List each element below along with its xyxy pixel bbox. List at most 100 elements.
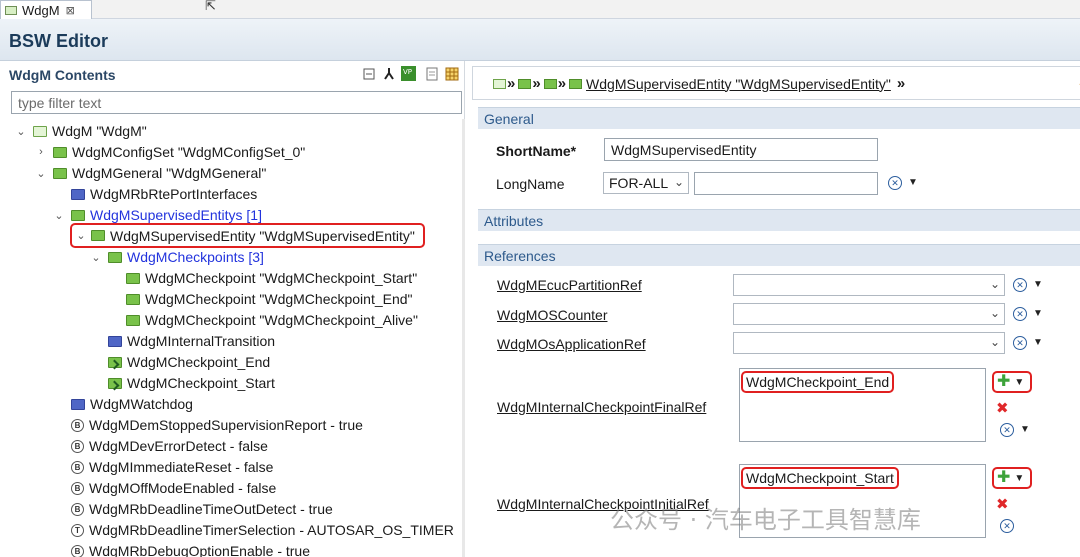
initial-ref-options-icon[interactable]: ✕	[1000, 519, 1014, 533]
os-application-ref-options-icon[interactable]: ✕	[1013, 336, 1027, 350]
caret-down-icon[interactable]: ▼	[1020, 424, 1030, 435]
initial-ref-item[interactable]: WdgMCheckpoint_Start	[741, 467, 899, 489]
contents-header: WdgM Contents VP	[3, 61, 465, 89]
collapse-all-icon[interactable]	[361, 66, 376, 81]
close-tab-icon[interactable]: ⊠	[66, 4, 75, 17]
module-icon	[33, 125, 47, 137]
long-name-field[interactable]	[694, 172, 878, 195]
container-icon	[126, 272, 140, 284]
collapsed-arrow-icon[interactable]: ›	[35, 146, 47, 158]
references-section-header[interactable]: References	[478, 244, 1080, 266]
os-counter-select[interactable]: ⌄	[733, 303, 1005, 325]
folder-icon[interactable]	[543, 78, 557, 89]
caret-down-icon[interactable]: ▼	[908, 177, 918, 188]
ecuc-partition-ref-options-icon[interactable]: ✕	[1013, 278, 1027, 292]
breadcrumb-current-link[interactable]: WdgMSupervisedEntity "WdgMSupervisedEnti…	[586, 76, 891, 92]
folder-icon[interactable]	[518, 78, 532, 89]
add-initial-ref-button[interactable]: ✚ ▼	[992, 467, 1032, 489]
expanded-arrow-icon[interactable]: ⌄	[75, 229, 87, 242]
chevron-down-icon[interactable]: ⌄	[990, 277, 1000, 291]
reference-icon	[108, 377, 122, 389]
os-counter-options-icon[interactable]: ✕	[1013, 307, 1027, 321]
tree-node-param[interactable]: B WdgMRbDeadlineTimeOutDetect - true	[71, 499, 333, 519]
final-ref-list[interactable]: WdgMCheckpoint_End	[739, 368, 986, 442]
caret-down-icon[interactable]: ▼	[1033, 308, 1043, 319]
tree-node-wdgm[interactable]: ⌄ WdgM "WdgM"	[15, 121, 146, 141]
module-icon[interactable]	[493, 78, 506, 89]
add-final-ref-button[interactable]: ✚ ▼	[992, 371, 1032, 393]
long-name-language-select[interactable]: FOR-ALL ⌄	[603, 172, 689, 194]
table-view-icon[interactable]	[444, 66, 459, 81]
final-ref-label[interactable]: WdgMInternalCheckpointFinalRef	[497, 399, 706, 415]
os-application-ref-select[interactable]: ⌄	[733, 332, 1005, 354]
tree-node-label: WdgMRbDeadlineTimeOutDetect - true	[89, 501, 333, 517]
long-name-options-icon[interactable]: ✕	[888, 176, 902, 190]
chevron-right-icon[interactable]: »	[897, 75, 905, 92]
folder-icon[interactable]	[569, 78, 583, 89]
tree-node-supervisedentitys[interactable]: ⌄ WdgMSupervisedEntitys [1]	[53, 205, 262, 225]
tree-node-label: WdgMCheckpoint "WdgMCheckpoint_Alive"	[145, 312, 418, 328]
general-section-header[interactable]: General	[478, 107, 1080, 129]
tree-node-checkpoint-start[interactable]: WdgMCheckpoint "WdgMCheckpoint_Start"	[126, 268, 417, 288]
vp-filter-icon[interactable]: VP	[401, 66, 416, 81]
tree-node-supervisedentity[interactable]: ⌄ WdgMSupervisedEntity "WdgMSupervisedEn…	[70, 223, 425, 248]
delete-initial-ref-icon[interactable]: ✖	[996, 495, 1009, 513]
expanded-arrow-icon[interactable]: ⌄	[90, 251, 102, 264]
caret-down-icon[interactable]: ▼	[1033, 279, 1043, 290]
attributes-section-header[interactable]: Attributes	[478, 209, 1080, 231]
short-name-label: ShortName*	[496, 143, 577, 159]
hierarchy-icon[interactable]	[381, 66, 396, 81]
chevron-down-icon[interactable]: ⌄	[990, 306, 1000, 320]
tree-node-general[interactable]: ⌄ WdgMGeneral "WdgMGeneral"	[35, 163, 266, 183]
final-ref-options-icon[interactable]: ✕	[1000, 423, 1014, 437]
expanded-arrow-icon[interactable]: ⌄	[15, 125, 27, 138]
tree-node-ref-checkpoint-end[interactable]: WdgMCheckpoint_End	[108, 352, 270, 372]
tree-node-label: WdgMGeneral "WdgMGeneral"	[72, 165, 267, 181]
tree-node-param[interactable]: B WdgMDevErrorDetect - false	[71, 436, 268, 456]
contents-title: WdgM Contents	[9, 67, 116, 83]
tree-node-param[interactable]: T WdgMRbDeadlineTimerSelection - AUTOSAR…	[71, 520, 454, 540]
tree-node-label: WdgMRbDebugOptionEnable - true	[89, 543, 311, 557]
tree-node-param[interactable]: B WdgMImmediateReset - false	[71, 457, 273, 477]
expanded-arrow-icon[interactable]: ⌄	[53, 209, 65, 222]
tree-scrollbar[interactable]	[462, 119, 465, 557]
tree-node-internaltransition[interactable]: WdgMInternalTransition	[108, 331, 275, 351]
tree-node-watchdog[interactable]: WdgMWatchdog	[71, 394, 193, 414]
tree-node-param[interactable]: B WdgMDemStoppedSupervisionReport - true	[71, 415, 363, 435]
tree-node-label: WdgMDevErrorDetect - false	[89, 438, 268, 454]
breadcrumb-path: » » » WdgMSupervisedEntity "WdgMSupervis…	[493, 75, 906, 92]
tree-node-configset[interactable]: › WdgMConfigSet "WdgMConfigSet_0"	[35, 142, 305, 162]
filter-input[interactable]	[11, 91, 462, 114]
os-application-ref-label[interactable]: WdgMOsApplicationRef	[497, 336, 646, 352]
plus-icon: ✚	[997, 469, 1011, 486]
tree-node-rbrteportinterfaces[interactable]: WdgMRbRtePortInterfaces	[71, 184, 257, 204]
tree-node-label: WdgMDemStoppedSupervisionReport - true	[89, 417, 363, 433]
document-icon[interactable]	[424, 66, 439, 81]
tree-node-param[interactable]: B WdgMOffModeEnabled - false	[71, 478, 276, 498]
final-ref-item[interactable]: WdgMCheckpoint_End	[741, 371, 895, 393]
caret-down-icon[interactable]: ▼	[1014, 377, 1024, 388]
chevron-right-icon[interactable]: »	[532, 75, 540, 92]
caret-down-icon[interactable]: ▼	[1014, 473, 1024, 484]
short-name-field[interactable]: WdgMSupervisedEntity	[604, 138, 878, 161]
editor-tab-wdgm[interactable]: WdgM ⊠	[0, 0, 92, 19]
tree-node-label: WdgMCheckpoint_Start	[127, 375, 275, 391]
chevron-down-icon[interactable]: ⌄	[674, 175, 684, 189]
folder-icon	[71, 188, 85, 200]
tree-node-checkpoints[interactable]: ⌄ WdgMCheckpoints [3]	[90, 247, 264, 267]
expanded-arrow-icon[interactable]: ⌄	[35, 167, 47, 180]
ecuc-partition-ref-label[interactable]: WdgMEcucPartitionRef	[497, 277, 642, 293]
tree-node-ref-checkpoint-start[interactable]: WdgMCheckpoint_Start	[108, 373, 275, 393]
tree-node-checkpoint-end[interactable]: WdgMCheckpoint "WdgMCheckpoint_End"	[126, 289, 413, 309]
chevron-right-icon[interactable]: »	[507, 75, 515, 92]
folder-icon	[71, 398, 85, 410]
tree-node-checkpoint-alive[interactable]: WdgMCheckpoint "WdgMCheckpoint_Alive"	[126, 310, 418, 330]
tree-node-param[interactable]: B WdgMRbDebugOptionEnable - true	[71, 541, 310, 557]
ecuc-partition-ref-select[interactable]: ⌄	[733, 274, 1005, 296]
parameter-icon: B	[71, 460, 84, 474]
chevron-right-icon[interactable]: »	[558, 75, 566, 92]
chevron-down-icon[interactable]: ⌄	[990, 335, 1000, 349]
caret-down-icon[interactable]: ▼	[1033, 337, 1043, 348]
delete-final-ref-icon[interactable]: ✖	[996, 399, 1009, 417]
os-counter-label[interactable]: WdgMOSCounter	[497, 307, 607, 323]
